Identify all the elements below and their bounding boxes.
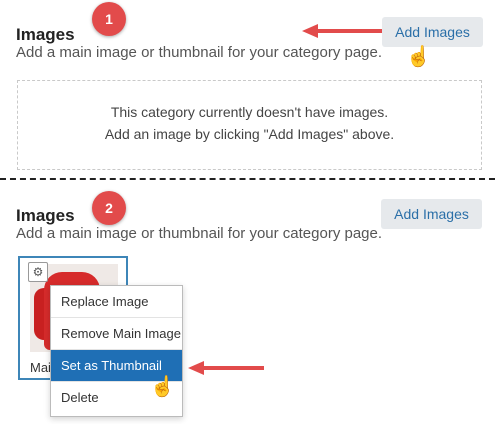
arrow-left-icon <box>188 361 264 375</box>
hand-cursor-icon: ☝ <box>406 46 431 68</box>
hand-cursor-icon: ☝ <box>150 376 175 398</box>
step-badge-1: 1 <box>92 2 126 36</box>
divider <box>0 178 495 180</box>
image-card-label: Mai <box>30 360 51 375</box>
images-subtitle: Add a main image or thumbnail for your c… <box>16 225 383 242</box>
add-images-button[interactable]: Add Images <box>381 199 482 229</box>
step-badge-2: 2 <box>92 191 126 225</box>
add-images-button[interactable]: Add Images <box>382 17 483 47</box>
menu-item-remove-main-image[interactable]: Remove Main Image <box>51 318 182 350</box>
images-heading: Images <box>16 25 75 44</box>
images-heading: Images <box>16 206 75 225</box>
empty-message-line2: Add an image by clicking "Add Images" ab… <box>104 126 395 142</box>
images-subtitle: Add a main image or thumbnail for your c… <box>16 44 383 61</box>
gear-icon[interactable]: ⚙ <box>28 262 48 282</box>
arrow-left-icon <box>302 24 382 38</box>
empty-message-line1: This category currently doesn't have ima… <box>110 104 389 120</box>
menu-item-replace-image[interactable]: Replace Image <box>51 286 182 318</box>
empty-images-placeholder: This category currently doesn't have ima… <box>17 80 482 170</box>
